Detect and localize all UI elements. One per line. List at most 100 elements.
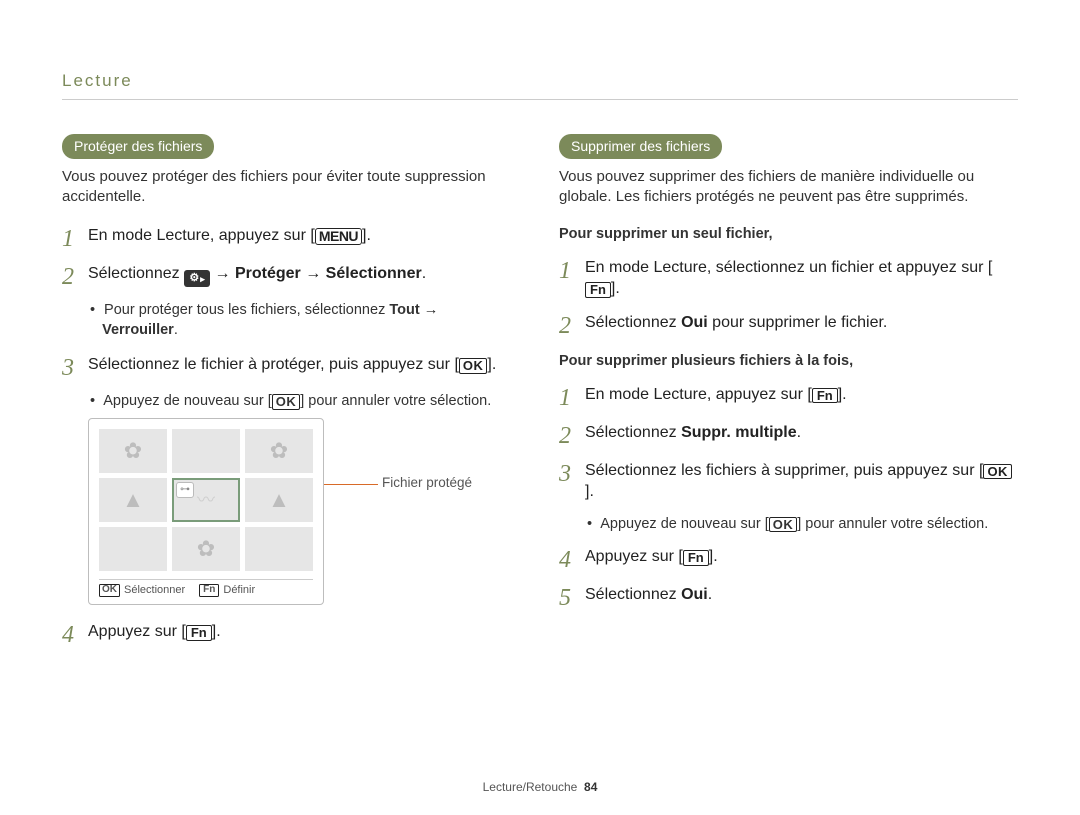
thumbnail-grid: ✿ ✿ ▲ ⊶ 〰 ▲ ✿ xyxy=(99,429,313,571)
step-body: Sélectionnez → Protéger → Sélectionner. xyxy=(88,263,521,287)
callout-leader-line xyxy=(324,484,378,541)
step-number: 3 xyxy=(62,354,88,380)
sub-bullet: • Pour protéger tous les fichiers, sélec… xyxy=(90,301,521,340)
intro-protect: Vous pouvez protéger des fichiers pour é… xyxy=(62,167,521,208)
text: . xyxy=(615,280,619,297)
pill-delete: Supprimer des fichiers xyxy=(559,134,722,159)
lock-icon: ⊶ xyxy=(176,482,194,498)
column-delete: Supprimer des fichiers Vous pouvez suppr… xyxy=(559,134,1018,659)
section-header: Lecture xyxy=(62,70,1018,100)
fn-button-icon: Fn xyxy=(585,282,611,298)
step-body: Sélectionnez le fichier à protéger, puis… xyxy=(88,354,521,376)
text: Définir xyxy=(223,583,255,598)
text-bold: Suppr. multiple xyxy=(681,424,797,441)
text: Sélectionner xyxy=(124,583,185,598)
text: Sélectionnez xyxy=(585,314,681,331)
text: pour annuler votre sélection. xyxy=(304,393,491,409)
device-footer: OK Sélectionner Fn Définir xyxy=(99,579,313,598)
manual-page: Lecture Protéger des fichiers Vous pouve… xyxy=(0,0,1080,815)
steps-delete-one: 1 En mode Lecture, sélectionnez un fichi… xyxy=(559,257,1018,338)
text: . xyxy=(708,586,712,603)
step-number: 2 xyxy=(559,312,585,338)
text: Pour protéger tous les fichiers, sélecti… xyxy=(104,302,389,318)
text: En mode Lecture, appuyez sur xyxy=(88,227,310,244)
ok-button-icon: OK xyxy=(459,358,488,374)
subhead-delete-one: Pour supprimer un seul fichier, xyxy=(559,225,1018,245)
thumb: ▲ xyxy=(245,478,313,522)
step-number: 2 xyxy=(62,263,88,289)
step-body: Sélectionnez Oui. xyxy=(585,584,1018,606)
footer-section: Lecture/Retouche xyxy=(483,780,578,794)
fn-button-icon: Fn xyxy=(186,625,212,641)
ok-button-icon: OK xyxy=(272,394,301,410)
text: . xyxy=(492,356,496,373)
text: . xyxy=(842,386,846,403)
intro-delete: Vous pouvez supprimer des fichiers de ma… xyxy=(559,167,1018,208)
columns: Protéger des fichiers Vous pouvez protég… xyxy=(62,134,1018,659)
subhead-delete-many: Pour supprimer plusieurs fichiers à la f… xyxy=(559,352,1018,372)
step-body: En mode Lecture, appuyez sur [Fn]. xyxy=(585,384,1018,406)
step-body: Appuyez sur [Fn]. xyxy=(88,621,521,643)
settings-play-icon xyxy=(184,270,210,287)
pill-protect: Protéger des fichiers xyxy=(62,134,214,159)
ok-button-icon: OK xyxy=(983,464,1012,480)
steps-delete-many-end: 4 Appuyez sur [Fn]. 5 Sélectionnez Oui. xyxy=(559,546,1018,610)
steps-protect-cont: 3 Sélectionnez le fichier à protéger, pu… xyxy=(62,354,521,380)
page-number: 84 xyxy=(584,780,597,794)
text-bold: Oui xyxy=(681,314,708,331)
thumb: ✿ xyxy=(99,429,167,473)
steps-protect-end: 4 Appuyez sur [Fn]. xyxy=(62,621,521,647)
text: . xyxy=(422,265,426,282)
fn-button-icon: Fn xyxy=(683,550,709,566)
step-number: 3 xyxy=(559,460,585,486)
arrow-icon: → xyxy=(424,302,439,318)
step-number: 2 xyxy=(559,422,585,448)
step-number: 1 xyxy=(559,257,585,283)
text: . xyxy=(589,483,593,500)
text: Sélectionnez xyxy=(585,586,681,603)
text: . xyxy=(713,548,717,565)
step-number: 5 xyxy=(559,584,585,610)
text: Appuyez sur xyxy=(585,548,678,565)
step-body: Sélectionnez les fichiers à supprimer, p… xyxy=(585,460,1018,503)
text: En mode Lecture, appuyez sur xyxy=(585,386,807,403)
text: Appuyez de nouveau sur xyxy=(103,393,267,409)
text: Sélectionnez les fichiers à supprimer, p… xyxy=(585,462,979,479)
step-number: 1 xyxy=(62,225,88,251)
steps-protect: 1 En mode Lecture, appuyez sur [MENU]. 2… xyxy=(62,225,521,289)
thumb: ▲ xyxy=(99,478,167,522)
step-number: 4 xyxy=(62,621,88,647)
text: Sélectionnez le fichier à protéger, puis… xyxy=(88,356,454,373)
thumb xyxy=(245,527,313,571)
ok-button-icon: OK xyxy=(769,517,798,533)
text-bold: Oui xyxy=(681,586,708,603)
arrow-icon: → xyxy=(305,265,321,282)
steps-delete-many: 1 En mode Lecture, appuyez sur [Fn]. 2 S… xyxy=(559,384,1018,503)
step-body: Appuyez sur [Fn]. xyxy=(585,546,1018,568)
text: En mode Lecture, sélectionnez un fichier… xyxy=(585,259,988,276)
text: pour supprimer le fichier. xyxy=(708,314,888,331)
step-number: 4 xyxy=(559,546,585,572)
text: Sélectionnez xyxy=(585,424,681,441)
text: Sélectionnez xyxy=(88,265,184,282)
page-footer: Lecture/Retouche 84 xyxy=(0,779,1080,795)
step-body: Sélectionnez Suppr. multiple. xyxy=(585,422,1018,444)
fish-icon: 〰 xyxy=(197,488,215,512)
thumb xyxy=(172,429,240,473)
text: pour annuler votre sélection. xyxy=(801,516,988,532)
menu-button-icon: MENU xyxy=(315,228,362,245)
arrow-icon: → xyxy=(215,265,231,282)
step-body: En mode Lecture, sélectionnez un fichier… xyxy=(585,257,1018,300)
text: . xyxy=(797,424,801,441)
text-bold: Verrouiller xyxy=(102,322,174,338)
ok-button-icon: OK xyxy=(99,584,120,597)
thumbnail-device-figure: ✿ ✿ ▲ ⊶ 〰 ▲ ✿ OK Sélectio xyxy=(88,418,521,605)
text: . xyxy=(174,322,178,338)
text-bold: Protéger xyxy=(235,265,305,282)
sub-bullet: • Appuyez de nouveau sur [OK] pour annul… xyxy=(587,515,1018,535)
step-body: En mode Lecture, appuyez sur [MENU]. xyxy=(88,225,521,247)
step-body: Sélectionnez Oui pour supprimer le fichi… xyxy=(585,312,1018,334)
callout-label: Fichier protégé xyxy=(382,474,472,492)
text: . xyxy=(216,623,220,640)
fn-button-icon: Fn xyxy=(199,584,219,597)
